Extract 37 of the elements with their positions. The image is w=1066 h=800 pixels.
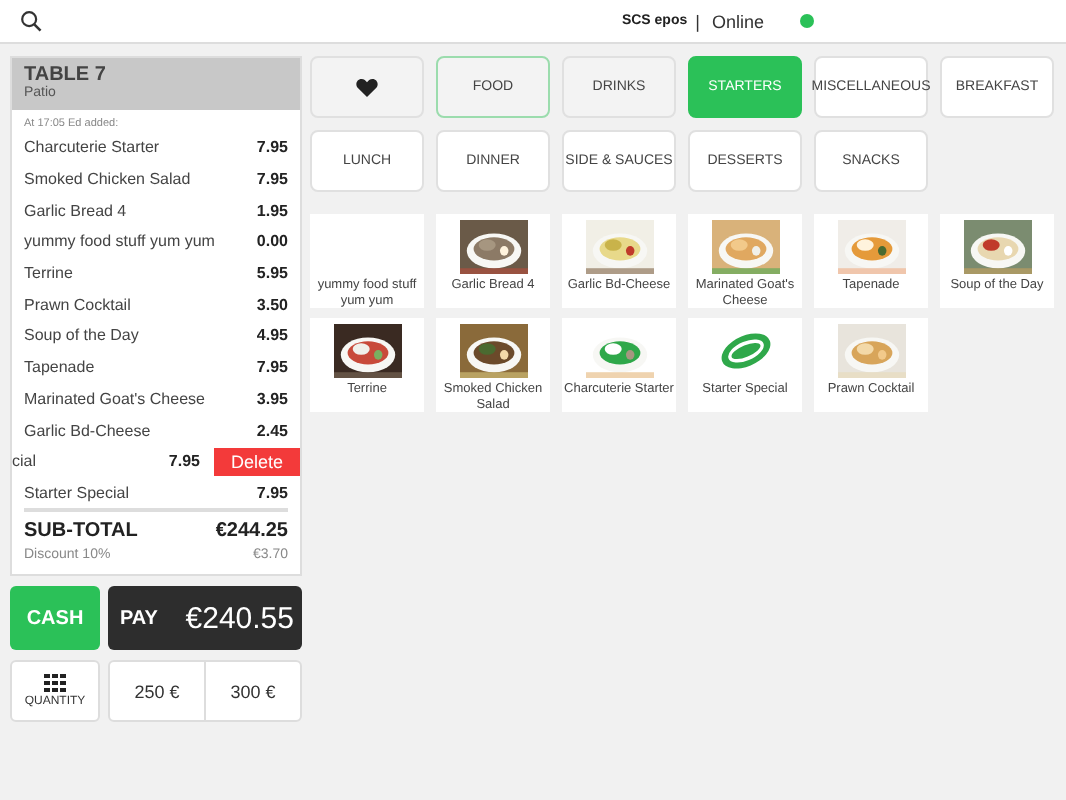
order-item-name[interactable]: Terrine <box>24 264 257 283</box>
order-item-price: 4.95 <box>256 326 288 345</box>
order-item-name[interactable]: Prawn Cocktail <box>24 295 257 314</box>
order-item-price: 7.95 <box>256 138 288 157</box>
order-item-name[interactable]: Garlic Bread 4 <box>24 201 257 220</box>
amount-button[interactable]: 300 € <box>204 662 300 721</box>
table-title: TABLE 7 <box>24 64 108 86</box>
status-label: Online <box>711 11 764 31</box>
order-item-price: 3.50 <box>256 295 288 314</box>
order-item-name[interactable]: Garlic Bd-Cheese <box>24 421 257 440</box>
order-item-price: 5.95 <box>256 264 288 283</box>
order-item-price: 7.95 <box>256 358 288 377</box>
subtotal-label: SUB-TOTAL <box>24 520 138 543</box>
order-item-name[interactable]: Soup of the Day <box>24 326 257 345</box>
order-item-name[interactable]: Marinated Goat's Cheese <box>24 389 257 408</box>
order-item-name[interactable]: Charcuterie Starter <box>24 138 257 157</box>
delete-button[interactable]: Delete <box>214 447 300 476</box>
pay-button[interactable]: PAY €240.55 <box>108 586 302 651</box>
order-item-price: 0.00 <box>256 232 288 251</box>
order-item-price: 7.95 <box>256 170 288 189</box>
subtotal-value: €244.25 <box>215 520 288 543</box>
favourites-tab[interactable] <box>310 56 424 118</box>
heart-icon <box>356 77 378 97</box>
order-item-price: 7.95 <box>256 483 288 502</box>
order-item-name[interactable]: Smoked Chicken Salad <box>24 170 257 189</box>
order-item-price: 2.45 <box>256 421 288 440</box>
separator: | <box>695 11 700 31</box>
search-icon[interactable] <box>20 10 42 32</box>
grid-icon <box>44 674 66 693</box>
order-item-name[interactable]: Tapenade <box>24 358 257 377</box>
amount-button[interactable]: 250 € <box>110 662 204 721</box>
order-item-price: 3.95 <box>256 389 288 408</box>
order-item-name[interactable]: yummy food stuff yum yum <box>24 232 257 251</box>
order-item-price: 1.95 <box>256 201 288 220</box>
order-item-name: cial <box>12 452 39 471</box>
order-item-name[interactable]: Starter Special <box>24 483 257 502</box>
order-item-price: 7.95 <box>168 452 200 471</box>
